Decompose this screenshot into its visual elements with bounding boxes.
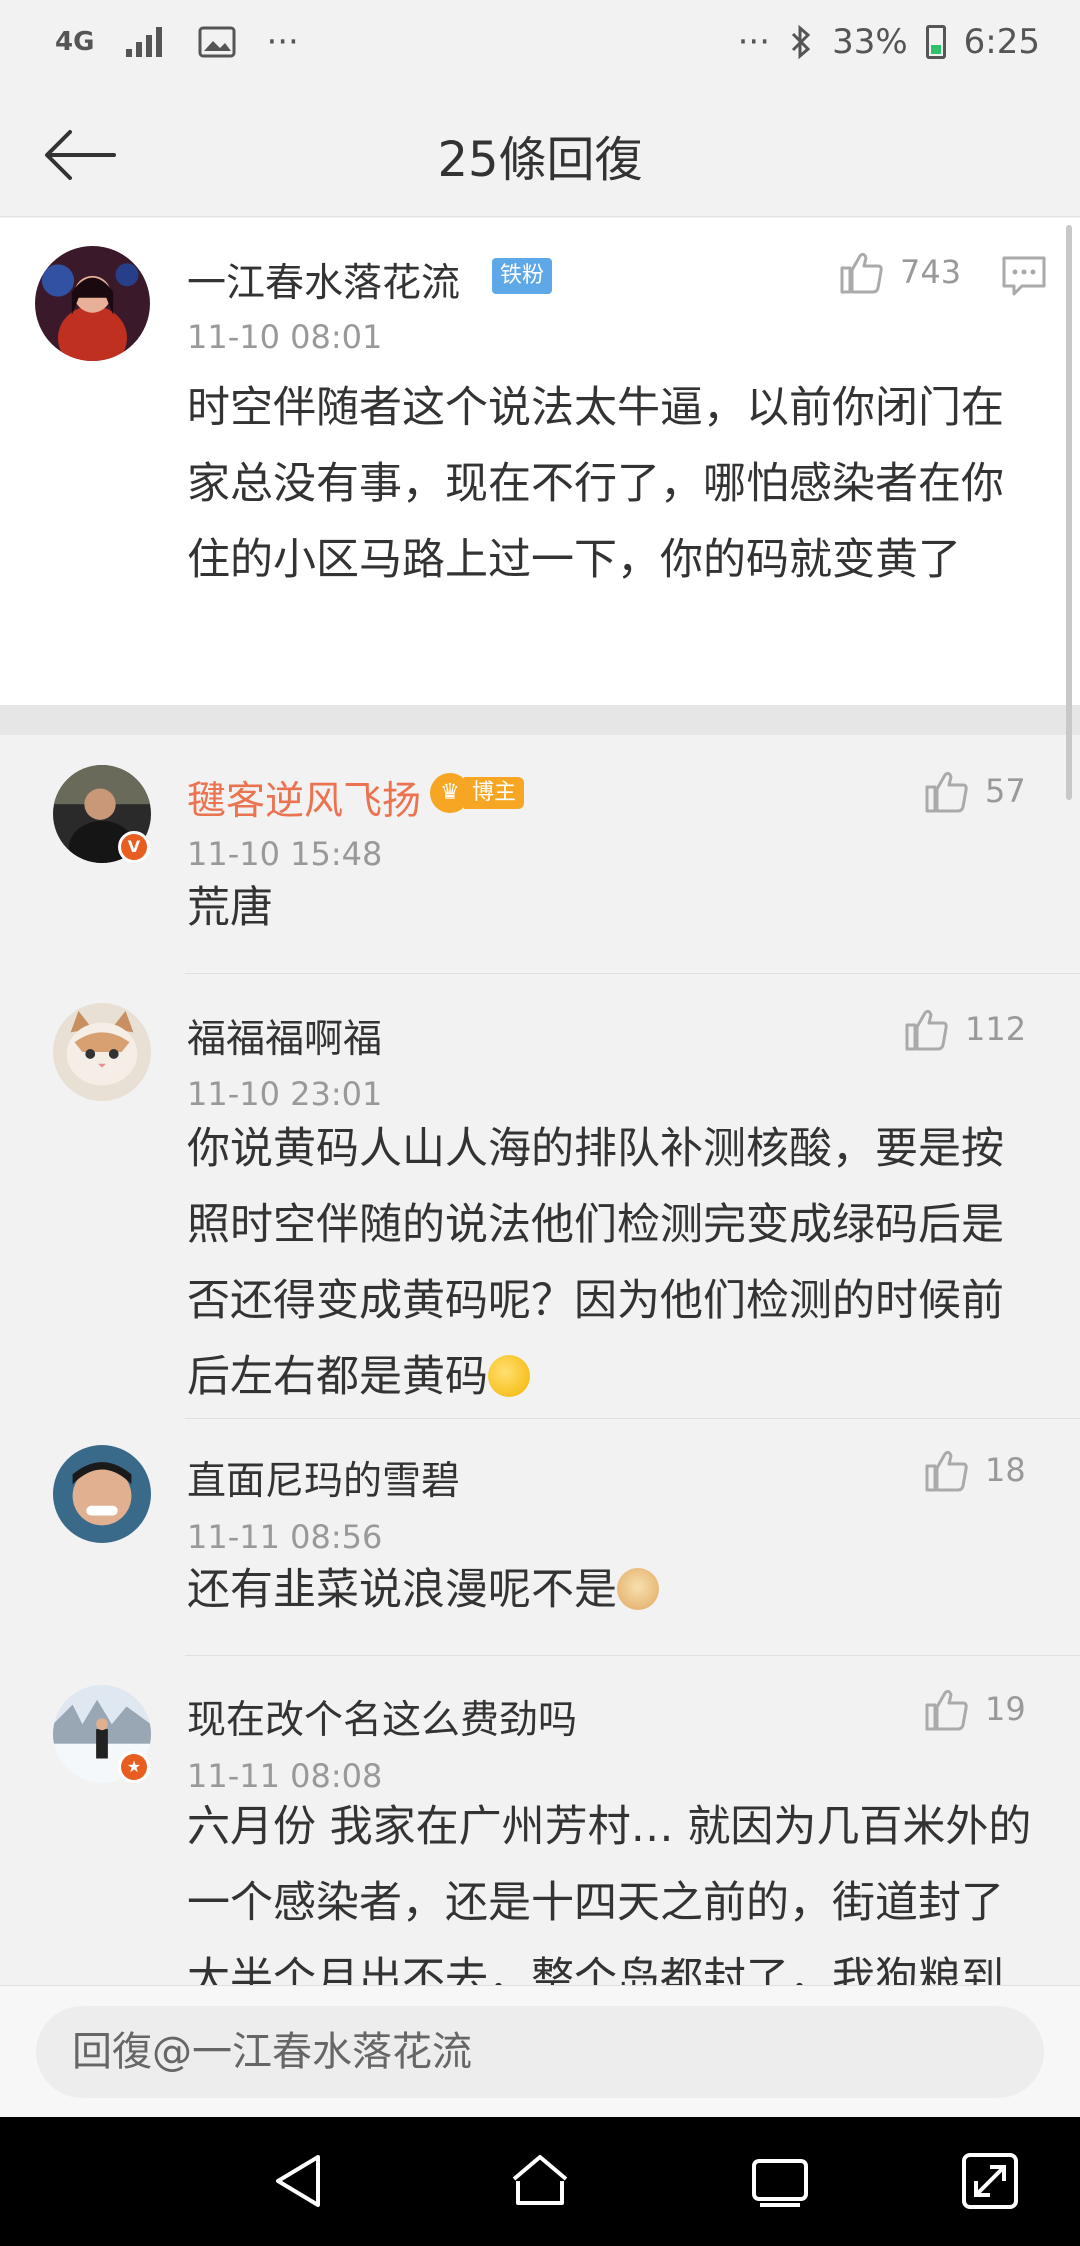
avatar-image (35, 246, 150, 361)
reply-username[interactable]: 现在改个名这么费劲吗 (187, 1689, 577, 1745)
reply-text: 还有韭菜说浪漫呢不是 (187, 1552, 1027, 1628)
like-count: 743 (900, 253, 962, 291)
nav-bar: 25條回復 (0, 90, 1080, 217)
reply-text: 荒唐 (187, 883, 273, 933)
network-indicator: 4G (55, 27, 95, 57)
avatar-image (53, 1445, 151, 1543)
bluetooth-icon (792, 24, 811, 60)
divider (185, 973, 1080, 974)
section-divider (0, 705, 1080, 735)
thumb-up-icon (925, 1450, 968, 1492)
main-comment: 一江春水落花流 铁粉 743 11-10 08:01 时空伴随者这个说法太牛逼，… (0, 218, 1080, 705)
recents-icon (752, 2159, 808, 2207)
reply-time: 11-10 23:01 (187, 1075, 383, 1113)
system-home-button[interactable] (510, 2151, 570, 2211)
divider (185, 1655, 1080, 1656)
like-count: 19 (985, 1690, 1026, 1728)
like-count: 18 (985, 1451, 1026, 1489)
reply-time: 11-10 15:48 (187, 835, 383, 873)
signal-icon (126, 27, 163, 57)
reply-input[interactable] (36, 2006, 1044, 2098)
reply-username[interactable]: 毽客逆风飞扬 (187, 770, 421, 826)
avatar-image (53, 1003, 151, 1101)
like-count: 112 (965, 1010, 1027, 1048)
reply-button[interactable] (1000, 252, 1048, 300)
list-item: 福福福啊福 112 11-10 23:01 你说黄码人山人海的排队补测核酸，要是… (0, 975, 1080, 1420)
battery-icon (925, 25, 946, 59)
avatar[interactable] (53, 1003, 151, 1101)
reply-bar (0, 1985, 1080, 2117)
list-item: V 毽客逆风飞扬 ♛ 博主 57 11-10 15:48 荒唐 (0, 735, 1080, 975)
like-button[interactable]: 112 (903, 1005, 1026, 1053)
like-button[interactable]: 19 (923, 1685, 1026, 1733)
divider (185, 1418, 1080, 1419)
clock: 6:25 (963, 22, 1040, 62)
comment-icon (1002, 256, 1046, 296)
battery-percent: 33% (832, 22, 908, 62)
system-expand-button[interactable] (960, 2151, 1020, 2211)
like-count: 57 (985, 772, 1026, 810)
comment-text: 时空伴随者这个说法太牛逼，以前你闭门在家总没有事，现在不行了，哪怕感染者在你住的… (187, 383, 1004, 585)
image-icon (198, 26, 236, 58)
comment-username[interactable]: 一江春水落花流 (187, 252, 460, 308)
system-back-button[interactable] (270, 2151, 330, 2211)
like-button[interactable]: 57 (923, 767, 1026, 815)
avatar[interactable] (35, 246, 150, 361)
system-nav-bar (0, 2117, 1080, 2246)
verified-badge: ★ (118, 1751, 150, 1783)
reply-text: 你说黄码人山人海的排队补测核酸，要是按照时空伴随的说法他们检测完变成绿码后是否还… (187, 1124, 1004, 1402)
status-bar: 4G ··· ··· 33% 6:25 (0, 0, 1080, 90)
fan-badge: 铁粉 (492, 258, 553, 294)
thumb-up-icon (925, 771, 968, 813)
system-recents-button[interactable] (750, 2151, 810, 2211)
blogger-badge: ♛ 博主 (430, 773, 525, 813)
expand-icon (962, 2153, 1018, 2209)
list-item: 直面尼玛的雪碧 18 11-11 08:56 还有韭菜说浪漫呢不是 (0, 1420, 1080, 1657)
reply-username[interactable]: 福福福啊福 (187, 1008, 382, 1064)
reply-time: 11-11 08:56 (187, 1518, 383, 1556)
scrollbar[interactable] (1066, 225, 1072, 800)
status-overflow: ··· (737, 22, 771, 62)
comment-time: 11-10 08:01 (187, 318, 383, 356)
reply-list[interactable]: V 毽客逆风飞扬 ♛ 博主 57 11-10 15:48 荒唐 福福福啊福 11… (0, 735, 1080, 1985)
verified-badge: V (118, 831, 150, 863)
list-item: ★ 现在改个名这么费劲吗 19 11-11 08:08 六月份 我家在广州芳村…… (0, 1657, 1080, 1985)
triangle-back-icon (276, 2155, 320, 2207)
doge-emoji-icon (617, 1568, 659, 1610)
like-button[interactable]: 743 (838, 248, 961, 296)
thumb-up-icon (925, 1689, 968, 1731)
like-button[interactable]: 18 (923, 1446, 1026, 1494)
reply-text: 六月份 我家在广州芳村… 就因为几百米外的一个感染者，还是十四天之前的，街道封了… (187, 1802, 1032, 1985)
thumb-up-icon (905, 1009, 948, 1051)
home-icon (512, 2155, 568, 2205)
grin-emoji-icon (488, 1355, 530, 1397)
thumb-up-icon (840, 252, 883, 294)
notification-overflow: ··· (266, 22, 299, 62)
page-title: 25條回復 (437, 132, 643, 188)
avatar[interactable] (53, 1445, 151, 1543)
reply-username[interactable]: 直面尼玛的雪碧 (187, 1450, 460, 1506)
